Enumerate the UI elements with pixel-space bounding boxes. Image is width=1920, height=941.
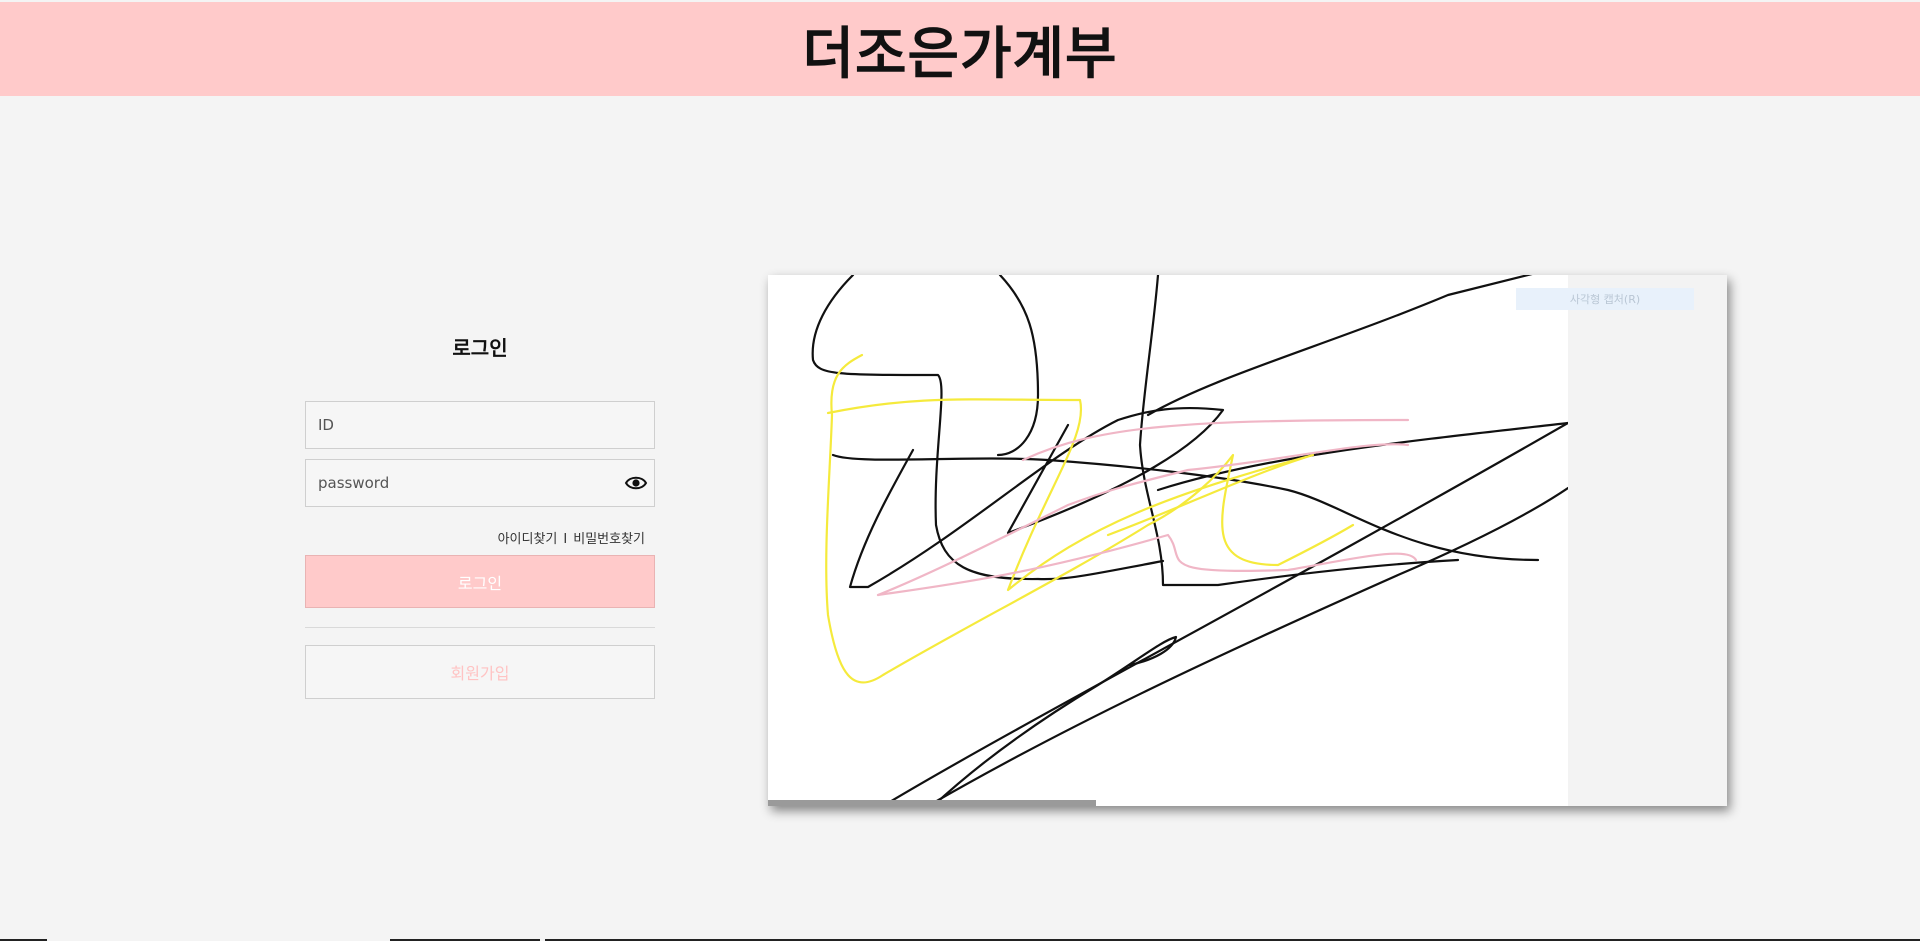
signup-button[interactable]: 회원가입 bbox=[305, 645, 655, 699]
password-input[interactable] bbox=[306, 460, 654, 506]
black-stroke bbox=[926, 486, 1568, 806]
login-panel: 로그인 아이디찾기 I 비밀번호찾기 로그인 회원가입 bbox=[305, 320, 655, 699]
password-field[interactable] bbox=[305, 459, 655, 507]
drawing-canvas[interactable]: 사각형 캡처(R) bbox=[768, 275, 1727, 806]
find-password-link[interactable]: 비밀번호찾기 bbox=[573, 532, 645, 547]
find-account-links: 아이디찾기 I 비밀번호찾기 bbox=[498, 528, 645, 547]
app-title: 더조은가계부 bbox=[802, 21, 1118, 87]
link-separator: I bbox=[563, 532, 568, 547]
login-button[interactable]: 로그인 bbox=[305, 555, 655, 608]
eye-icon[interactable] bbox=[624, 472, 648, 494]
canvas-scrollbar[interactable] bbox=[768, 800, 1096, 806]
black-stroke bbox=[931, 635, 1178, 806]
black-stroke bbox=[848, 406, 1225, 589]
divider bbox=[305, 627, 655, 628]
app-header: 더조은가계부 bbox=[0, 2, 1920, 96]
id-input[interactable] bbox=[306, 402, 654, 448]
black-stroke bbox=[1146, 275, 1533, 417]
black-stroke bbox=[996, 275, 1040, 457]
scribble-drawing bbox=[811, 275, 1568, 806]
black-stroke bbox=[1156, 421, 1568, 492]
pink-stroke bbox=[1021, 418, 1410, 462]
login-heading: 로그인 bbox=[452, 336, 508, 360]
yellow-stroke bbox=[825, 353, 1355, 684]
id-field[interactable] bbox=[305, 401, 655, 449]
find-id-link[interactable]: 아이디찾기 bbox=[498, 532, 558, 547]
canvas-side-panel bbox=[1568, 275, 1727, 806]
